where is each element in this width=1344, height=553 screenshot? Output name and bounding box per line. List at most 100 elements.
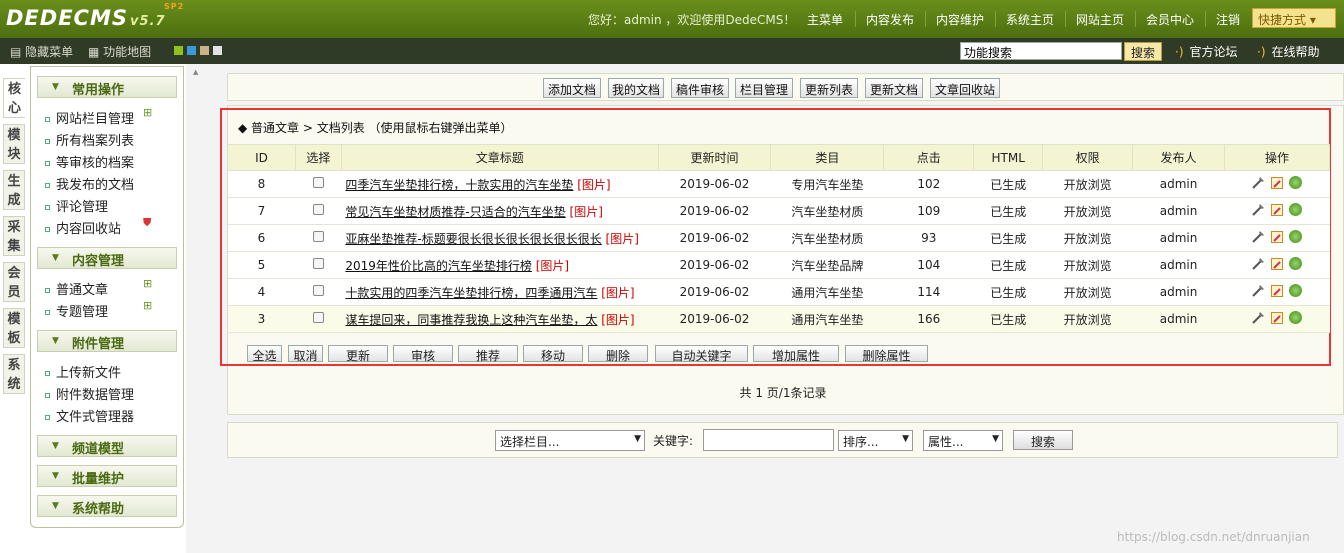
theme-swatch-gray[interactable] [213, 46, 222, 55]
nav-system-home[interactable]: 系统主页 [1006, 11, 1054, 28]
article-recycle-button[interactable]: 文章回收站 [930, 78, 1000, 98]
article-title-link[interactable]: 常见汽车坐垫材质推荐-只适合的汽车坐垫 [345, 205, 565, 219]
sidebar-scroll-gutter[interactable]: ▲ [186, 64, 206, 553]
search-button[interactable]: 搜索 [1013, 430, 1073, 450]
tools-icon[interactable] [1252, 176, 1265, 189]
vtab-template[interactable]: 模板 [3, 308, 25, 348]
nav-main-menu[interactable]: 主菜单 [807, 11, 843, 28]
group-system-help[interactable]: ▼ 系统帮助 [37, 495, 177, 517]
article-title-link[interactable]: 谋车提回来，同事推荐我换上这种汽车坐垫，太 [345, 313, 597, 327]
group-content-mgmt[interactable]: ▼ 内容管理 [37, 247, 177, 269]
sidebar-item-my-docs[interactable]: 我发布的文档 [45, 174, 134, 193]
attribute-select[interactable]: 属性... ▼ [923, 430, 1003, 451]
row-checkbox[interactable] [312, 285, 324, 296]
nav-logout[interactable]: 注销 [1216, 11, 1240, 28]
keyword-input[interactable] [703, 429, 834, 451]
nav-member-center[interactable]: 会员中心 [1146, 11, 1194, 28]
group-attachments[interactable]: ▼ 附件管理 [37, 330, 177, 352]
edit-icon[interactable] [1271, 257, 1283, 270]
vtab-member[interactable]: 会员 [3, 262, 25, 302]
deselect-button[interactable]: 取消 [288, 345, 323, 363]
move-button[interactable]: 移动 [523, 345, 583, 363]
article-title-link[interactable]: 十款实用的四季汽车坐垫排行榜，四季通用汽车 [345, 286, 597, 300]
nav-content-maintain[interactable]: 内容维护 [936, 11, 984, 28]
sidebar-item-all-archives[interactable]: 所有档案列表 [45, 130, 134, 149]
vtab-generate[interactable]: 生成 [3, 170, 25, 210]
tools-icon[interactable] [1252, 230, 1265, 243]
edit-icon[interactable] [1271, 284, 1283, 297]
theme-swatch-blue[interactable] [187, 46, 196, 55]
table-row[interactable]: 5 2019年性价比高的汽车坐垫排行榜 [图片] 2019-06-02 汽车坐垫品牌 1… [227, 251, 1330, 279]
theme-swatch-green[interactable] [174, 46, 183, 55]
sort-select[interactable]: 排序... ▼ [838, 430, 913, 451]
update-docs-button[interactable]: 更新文档 [865, 78, 923, 98]
shield-icon[interactable]: ⛊ [143, 216, 151, 230]
online-help-link[interactable]: ·) 在线帮助 [1257, 43, 1320, 60]
group-channel-model[interactable]: ▼ 频道模型 [37, 435, 177, 457]
official-forum-link[interactable]: ·) 官方论坛 [1175, 43, 1238, 60]
vtab-system[interactable]: 系统 [3, 354, 25, 394]
nav-site-home[interactable]: 网站主页 [1076, 11, 1124, 28]
preview-icon[interactable] [1289, 176, 1302, 189]
row-checkbox[interactable] [312, 204, 324, 215]
approve-button[interactable]: 审核 [393, 345, 453, 363]
sidebar-item-articles[interactable]: 普通文章 ⊞ [45, 277, 152, 298]
add-icon[interactable]: ⊞ [143, 106, 152, 119]
sidebar-item-recycle[interactable]: 内容回收站 ⛊ [45, 216, 151, 237]
table-row[interactable]: 7 常见汽车坐垫材质推荐-只适合的汽车坐垫 [图片] 2019-06-02 汽车坐垫材… [227, 197, 1330, 225]
tools-icon[interactable] [1252, 257, 1265, 270]
table-row[interactable]: 4 十款实用的四季汽车坐垫排行榜，四季通用汽车 [图片] 2019-06-02 通用汽… [227, 278, 1330, 306]
vtab-core[interactable]: 核心 [3, 78, 25, 118]
sidebar-item-topics[interactable]: 专题管理 ⊞ [45, 299, 152, 320]
sidebar-item-attach-data[interactable]: 附件数据管理 [45, 384, 134, 403]
edit-icon[interactable] [1271, 203, 1283, 216]
column-manage-button[interactable]: 栏目管理 [735, 78, 793, 98]
tools-icon[interactable] [1252, 203, 1265, 216]
auto-keyword-button[interactable]: 自动关键字 [655, 345, 748, 363]
sidebar-item-file-manager[interactable]: 文件式管理器 [45, 406, 134, 425]
preview-icon[interactable] [1289, 257, 1302, 270]
review-button[interactable]: 稿件审核 [671, 78, 729, 98]
hide-menu-button[interactable]: ▤ 隐藏菜单 [10, 43, 73, 60]
group-common-ops[interactable]: ▼ 常用操作 [37, 76, 177, 98]
article-title-link[interactable]: 亚麻坐垫推荐-标题要很长很长很长很长很长很长 [345, 232, 601, 246]
recommend-button[interactable]: 推荐 [458, 345, 518, 363]
edit-icon[interactable] [1271, 230, 1283, 243]
edit-icon[interactable] [1271, 176, 1283, 189]
nav-content-publish[interactable]: 内容发布 [866, 11, 914, 28]
vtab-collect[interactable]: 采集 [3, 216, 25, 256]
article-title-link[interactable]: 2019年性价比高的汽车坐垫排行榜 [345, 259, 532, 273]
site-map-button[interactable]: ▦ 功能地图 [88, 43, 151, 60]
table-row[interactable]: 6 亚麻坐垫推荐-标题要很长很长很长很长很长很长 [图片] 2019-06-02 汽车… [227, 224, 1330, 252]
preview-icon[interactable] [1289, 203, 1302, 216]
update-button[interactable]: 更新 [328, 345, 388, 363]
vtab-module[interactable]: 模块 [3, 124, 25, 164]
row-checkbox[interactable] [312, 258, 324, 269]
preview-icon[interactable] [1289, 311, 1302, 324]
article-title-link[interactable]: 四季汽车坐垫排行榜，十款实用的汽车坐垫 [345, 178, 573, 192]
table-row[interactable]: 3 谋车提回来，同事推荐我换上这种汽车坐垫，太 [图片] 2019-06-02 通用汽… [227, 305, 1330, 333]
my-documents-button[interactable]: 我的文档 [608, 78, 664, 98]
quick-links-dropdown[interactable]: 快捷方式 ▾ [1252, 8, 1336, 28]
add-icon[interactable]: ⊞ [143, 299, 152, 312]
sidebar-item-columns[interactable]: 网站栏目管理 ⊞ [45, 106, 152, 127]
row-checkbox[interactable] [312, 177, 324, 188]
tools-icon[interactable] [1252, 311, 1265, 324]
sidebar-item-comments[interactable]: 评论管理 [45, 196, 108, 215]
table-row[interactable]: 8 四季汽车坐垫排行榜，十款实用的汽车坐垫 [图片] 2019-06-02 专用汽车坐… [227, 170, 1330, 198]
function-search-button[interactable]: 搜索 [1124, 42, 1162, 61]
update-list-button[interactable]: 更新列表 [800, 78, 858, 98]
add-document-button[interactable]: 添加文档 [543, 78, 601, 98]
category-select[interactable]: 选择栏目... ▼ [495, 430, 645, 451]
theme-swatch-tan[interactable] [200, 46, 209, 55]
row-checkbox[interactable] [312, 312, 324, 323]
add-icon[interactable]: ⊞ [143, 277, 152, 290]
delete-button[interactable]: 删除 [588, 345, 648, 363]
select-all-button[interactable]: 全选 [247, 345, 282, 363]
preview-icon[interactable] [1289, 230, 1302, 243]
sidebar-item-upload[interactable]: 上传新文件 [45, 362, 121, 381]
row-checkbox[interactable] [312, 231, 324, 242]
sidebar-item-pending[interactable]: 等审核的档案 [45, 152, 134, 171]
preview-icon[interactable] [1289, 284, 1302, 297]
edit-icon[interactable] [1271, 311, 1283, 324]
